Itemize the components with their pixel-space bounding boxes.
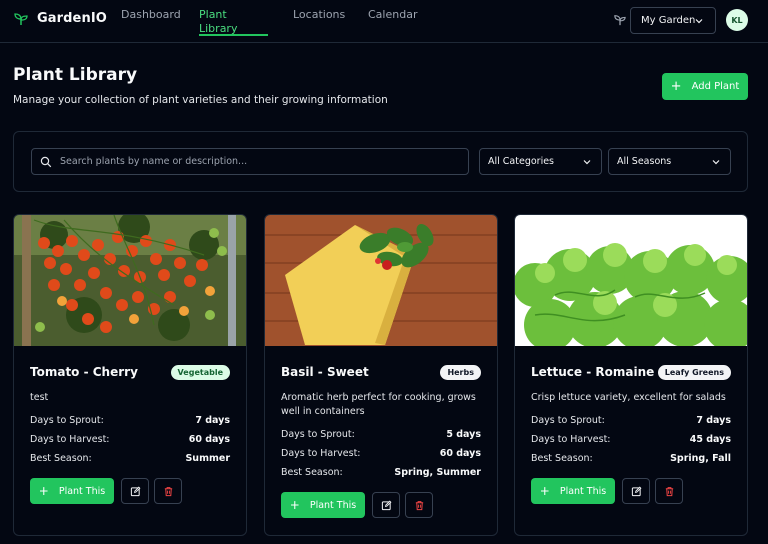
user-avatar[interactable]: KL (726, 9, 748, 31)
stat-value: 60 days (188, 434, 230, 445)
plant-image-basil (265, 215, 497, 346)
delete-button[interactable] (154, 478, 182, 504)
stat-label: Days to Harvest: (281, 448, 361, 459)
stat-label: Days to Sprout: (281, 429, 355, 440)
stat-harvest: Days to Harvest: 60 days (30, 434, 230, 448)
search-input[interactable] (60, 156, 440, 167)
stat-sprout: Days to Sprout: 7 days (531, 415, 731, 429)
nav-locations[interactable]: Locations (293, 8, 345, 35)
trash-icon (164, 486, 172, 496)
stat-sprout: Days to Sprout: 5 days (281, 429, 481, 443)
trash-icon (665, 486, 673, 496)
stat-label: Days to Harvest: (30, 434, 110, 445)
stat-sprout: Days to Sprout: 7 days (30, 415, 230, 429)
stat-value: 45 days (689, 434, 731, 445)
edit-icon (631, 486, 641, 496)
plant-this-button[interactable]: + Plant This (531, 478, 615, 504)
plus-icon: + (289, 498, 300, 512)
stat-value: 5 days (446, 429, 481, 440)
plant-this-label: Plant This (559, 485, 607, 497)
stat-value: Spring, Summer (394, 467, 481, 478)
sprout-icon (14, 12, 28, 26)
plant-description: test (30, 392, 49, 403)
page-title: Plant Library (13, 65, 138, 85)
stat-value: 7 days (195, 415, 230, 426)
plant-this-button[interactable]: + Plant This (30, 478, 114, 504)
plant-name: Basil - Sweet (281, 365, 369, 379)
plus-icon: + (539, 484, 550, 498)
plant-image-lettuce (515, 215, 747, 346)
filter-panel: All Categories All Seasons (13, 131, 748, 192)
plant-this-label: Plant This (58, 485, 106, 497)
app-logo[interactable]: GardenIO (14, 11, 107, 26)
stat-label: Days to Sprout: (30, 415, 104, 426)
stat-season: Best Season: Spring, Summer (281, 467, 481, 481)
season-select[interactable]: All Seasons (608, 148, 731, 175)
plant-card-basil: Basil - Sweet Herbs Aromatic herb perfec… (264, 214, 498, 536)
stat-label: Best Season: (531, 453, 593, 464)
plant-description: Aromatic herb perfect for cooking, grows… (281, 392, 476, 417)
stat-value: 7 days (696, 415, 731, 426)
chevron-down-icon (712, 158, 720, 166)
plant-card-lettuce: Lettuce - Romaine Leafy Greens Crisp let… (514, 214, 748, 536)
plus-icon: + (670, 78, 682, 94)
stat-season: Best Season: Spring, Fall (531, 453, 731, 467)
nav-calendar[interactable]: Calendar (368, 8, 417, 35)
category-badge: Vegetable (170, 365, 230, 380)
category-badge: Leafy Greens (657, 365, 731, 380)
category-badge: Herbs (440, 365, 481, 380)
plant-this-label: Plant This (309, 499, 357, 511)
search-icon (40, 156, 52, 168)
stat-season: Best Season: Summer (30, 453, 230, 467)
season-select-value: All Seasons (617, 156, 672, 167)
stat-harvest: Days to Harvest: 45 days (531, 434, 731, 448)
stat-label: Best Season: (281, 467, 343, 478)
add-plant-button[interactable]: + Add Plant (662, 73, 748, 100)
top-nav-bar: GardenIO Dashboard Plant Library Locatio… (0, 0, 768, 43)
garden-select[interactable]: My Garden (630, 7, 716, 34)
trash-icon (415, 500, 423, 510)
edit-icon (381, 500, 391, 510)
edit-icon (130, 486, 140, 496)
nav-dashboard[interactable]: Dashboard (121, 8, 181, 35)
garden-select-value: My Garden (641, 15, 696, 26)
stat-value: Summer (185, 453, 230, 464)
plant-name: Tomato - Cherry (30, 365, 138, 379)
chevron-down-icon (583, 158, 591, 166)
stat-harvest: Days to Harvest: 60 days (281, 448, 481, 462)
nav-plant-library[interactable]: Plant Library (199, 8, 268, 36)
search-box[interactable] (31, 148, 469, 175)
edit-button[interactable] (121, 478, 149, 504)
stat-label: Best Season: (30, 453, 92, 464)
plant-name: Lettuce - Romaine (531, 365, 655, 379)
plant-card-tomato: Tomato - Cherry Vegetable test Days to S… (13, 214, 247, 536)
delete-button[interactable] (405, 492, 433, 518)
plus-icon: + (38, 484, 49, 498)
delete-button[interactable] (655, 478, 683, 504)
edit-button[interactable] (372, 492, 400, 518)
app-name: GardenIO (37, 11, 107, 26)
stat-value: 60 days (439, 448, 481, 459)
plant-this-button[interactable]: + Plant This (281, 492, 365, 518)
edit-button[interactable] (622, 478, 650, 504)
chevron-down-icon (695, 17, 703, 25)
stat-label: Days to Harvest: (531, 434, 611, 445)
add-plant-label: Add Plant (691, 81, 740, 92)
sprout-icon (614, 14, 626, 26)
category-select[interactable]: All Categories (479, 148, 602, 175)
stat-label: Days to Sprout: (531, 415, 605, 426)
plant-description: Crisp lettuce variety, excellent for sal… (531, 392, 726, 403)
page-subtitle: Manage your collection of plant varietie… (13, 94, 388, 106)
category-select-value: All Categories (488, 156, 555, 167)
plant-image-tomato (14, 215, 246, 346)
stat-value: Spring, Fall (670, 453, 731, 464)
